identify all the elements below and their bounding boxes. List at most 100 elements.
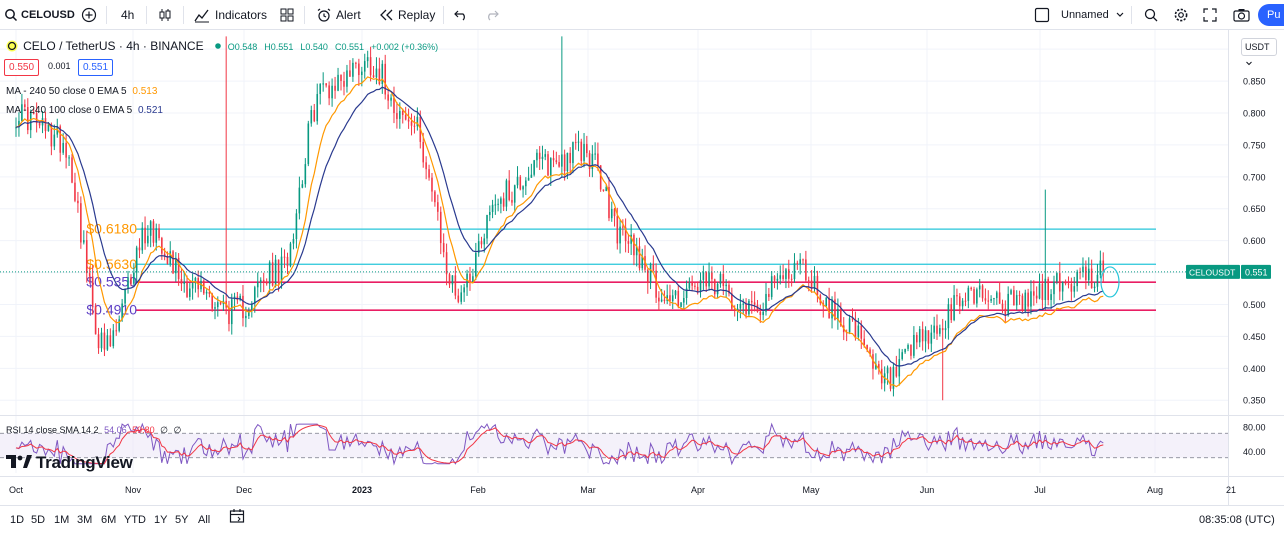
candle-body [633, 234, 635, 256]
goto-date-button[interactable] [229, 507, 245, 535]
candle-body [124, 288, 126, 304]
candle-body [566, 152, 569, 172]
indicators-button[interactable]: Indicators [194, 0, 267, 30]
settings-button[interactable] [1173, 0, 1189, 30]
symbol-label: CELOUSD [21, 9, 75, 21]
candle-body [298, 187, 301, 214]
candle-body [857, 325, 860, 337]
currency-button[interactable]: USDT [1241, 38, 1277, 66]
range-1y[interactable]: 1Y [154, 506, 167, 534]
publish-button[interactable]: Pu [1258, 4, 1284, 26]
range-5y[interactable]: 5Y [175, 506, 188, 534]
snapshot-button[interactable] [1233, 0, 1250, 30]
open-value: O0.548 [227, 42, 258, 52]
undo-button[interactable] [454, 0, 468, 30]
candle-body [933, 325, 935, 333]
quick-search-button[interactable] [1143, 0, 1159, 30]
level-label: $0.6180 [86, 221, 137, 237]
layouts-button[interactable] [280, 0, 294, 30]
range-1m[interactable]: 1M [54, 506, 69, 534]
candle-body [742, 303, 745, 305]
range-3m[interactable]: 3M [77, 506, 92, 534]
range-5d[interactable]: 5D [31, 506, 45, 534]
symbol-legend[interactable]: CELO / TetherUS · 4h · BINANCE O0.548 H0… [6, 39, 438, 53]
redo-button[interactable] [485, 0, 499, 30]
range-1d[interactable]: 1D [10, 506, 24, 534]
candle-body [228, 307, 230, 325]
candle-body [442, 243, 445, 253]
candle-body [328, 85, 330, 99]
x-tick-label: Nov [125, 485, 142, 495]
candle-body [457, 295, 460, 302]
toolbar-divider [146, 6, 147, 24]
compare-button[interactable] [81, 0, 97, 30]
layout-name: Unnamed [1061, 9, 1109, 21]
toolbar-divider [106, 6, 107, 24]
range-6m[interactable]: 6M [101, 506, 116, 534]
candle-body [180, 279, 183, 284]
spread-value: 0.001 [48, 61, 71, 71]
symbol-search-button[interactable]: CELOUSD [4, 0, 75, 30]
candle-body [785, 269, 787, 280]
candle-body [369, 57, 372, 76]
x-tick-label: 21 [1226, 485, 1236, 495]
candle-body [83, 240, 85, 243]
candle-body [813, 275, 816, 289]
range-all[interactable]: All [198, 506, 210, 534]
replay-button[interactable]: Replay [379, 0, 435, 30]
candle-body [970, 287, 972, 290]
candle-body [149, 221, 152, 236]
candle-body [505, 180, 508, 207]
camera-icon [1233, 8, 1250, 22]
candle-body [1076, 271, 1078, 287]
candle-body [292, 238, 295, 244]
candle-body [186, 281, 188, 297]
candle-body [739, 303, 742, 309]
candle-body [796, 262, 799, 264]
alert-button[interactable]: Alert [316, 0, 361, 30]
ma100-legend[interactable]: MA - 240 100 close 0 EMA 5 0.521 [6, 105, 163, 116]
candle-body [375, 68, 378, 78]
rsi-legend[interactable]: RSI 14 close SMA 14 2 54.06 59.80 ∅ ∅ [6, 425, 181, 436]
candle-body [103, 332, 106, 350]
candle-body [939, 328, 941, 334]
candle-body [619, 226, 621, 244]
chart-pane[interactable]: $0.6180$0.5630$0.5350$0.4910 0.9000.8500… [0, 30, 1284, 505]
candle-body [944, 328, 947, 331]
candle-body [683, 298, 685, 303]
redo-icon [485, 9, 499, 21]
candle-body [313, 110, 316, 122]
candle-body [574, 142, 577, 144]
x-tick-label: Apr [691, 485, 705, 495]
candle-body [256, 281, 259, 288]
candle-body [831, 299, 833, 319]
fullscreen-button[interactable] [1203, 0, 1217, 30]
candle-body [494, 204, 497, 206]
range-ytd[interactable]: YTD [124, 506, 146, 534]
search-sparkle-icon [1143, 7, 1159, 23]
candle-body [776, 278, 779, 281]
layout-name-button[interactable]: Unnamed [1034, 0, 1124, 30]
candle-body [71, 157, 73, 183]
candle-body [613, 208, 616, 217]
candle-body [147, 235, 149, 244]
chart-type-button[interactable] [157, 0, 173, 30]
candle-body [491, 204, 494, 213]
candle-body [976, 289, 978, 304]
candle-body [53, 134, 56, 147]
candle-body [898, 359, 901, 377]
candle-body [77, 200, 79, 204]
candle-body [768, 293, 770, 297]
candle-body [895, 366, 898, 377]
candle-body [396, 113, 398, 119]
candle-body [1013, 290, 1015, 306]
candle-body [44, 118, 47, 132]
utc-clock[interactable]: 08:35:08 (UTC) [1199, 506, 1275, 534]
candle-body [825, 297, 827, 307]
ask-price-box[interactable]: 0.551 [78, 59, 114, 76]
candle-body [547, 154, 549, 176]
interval-button[interactable]: 4h [121, 0, 134, 30]
bid-price-box[interactable]: 0.550 [4, 59, 40, 76]
alarm-clock-icon [316, 7, 332, 23]
ma50-legend[interactable]: MA - 240 50 close 0 EMA 5 0.513 [6, 86, 157, 97]
